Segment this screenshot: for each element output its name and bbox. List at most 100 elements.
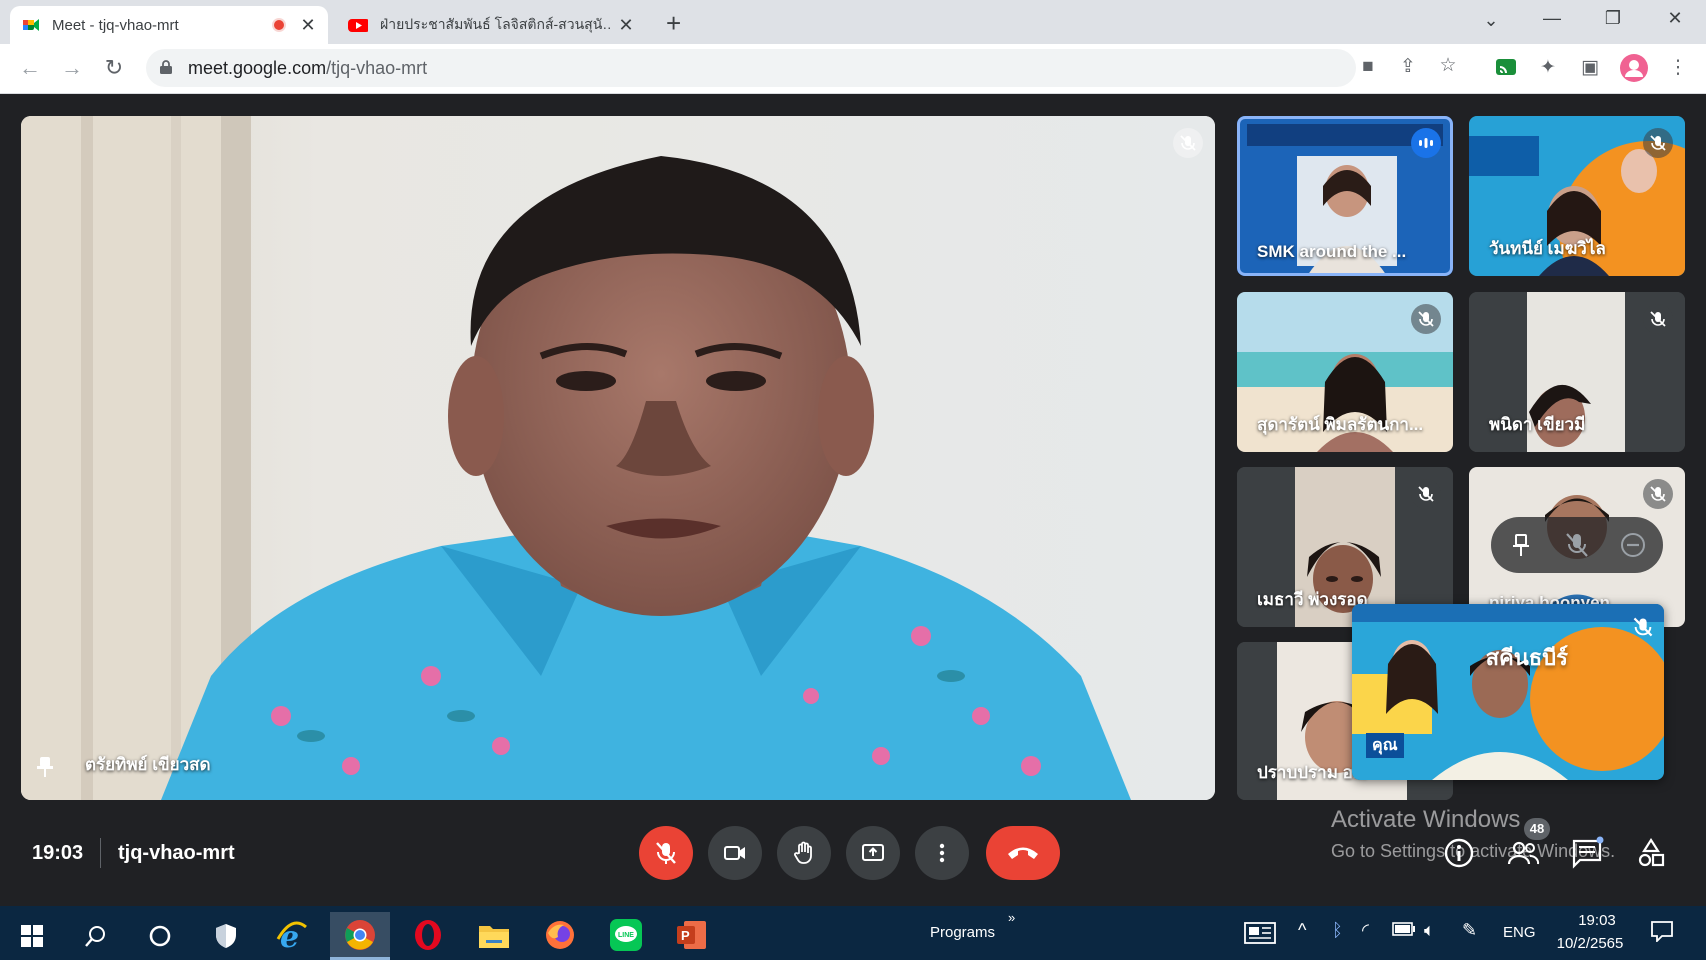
taskbar-app-explorer[interactable] (464, 912, 524, 960)
internet-explorer-icon: e (276, 921, 307, 951)
tab-search-icon[interactable]: ⌄ (1476, 10, 1506, 31)
wifi-icon[interactable]: ◜ (1362, 920, 1369, 941)
main-speaker-name: ตรัยทิพย์ เขียวสด (85, 755, 211, 774)
taskbar-app-line[interactable]: LINE (596, 912, 656, 960)
news-widget-icon[interactable] (1244, 922, 1276, 948)
minimize-button[interactable]: — (1537, 8, 1567, 29)
battery-icon[interactable] (1392, 922, 1416, 940)
present-screen-button[interactable] (846, 826, 900, 880)
search-icon (85, 926, 105, 947)
participant-tile-hovered[interactable]: piriya boonyen (1469, 467, 1685, 627)
remove-participant-button[interactable] (1617, 529, 1649, 561)
search-button[interactable] (66, 912, 126, 960)
taskbar-app-security[interactable] (196, 912, 256, 960)
muted-mic-icon (1173, 128, 1203, 158)
info-icon (1444, 838, 1474, 868)
lock-icon (160, 60, 172, 74)
people-icon (1507, 841, 1540, 865)
cast-extension-icon[interactable] (1494, 56, 1518, 80)
back-button[interactable]: ← (16, 55, 44, 81)
taskbar-app-firefox[interactable] (530, 912, 590, 960)
close-tab-icon[interactable]: ✕ (616, 15, 636, 36)
more-options-button[interactable] (915, 826, 969, 880)
svg-text:P: P (681, 928, 690, 943)
restore-button[interactable]: ❐ (1598, 8, 1628, 29)
main-speaker-tile[interactable]: ตรัยทิพย์ เขียวสด (21, 116, 1215, 800)
activate-windows-title: Activate Windows (1331, 806, 1521, 833)
raise-hand-button[interactable] (777, 826, 831, 880)
people-button[interactable] (1506, 836, 1540, 870)
bluetooth-icon[interactable]: ᛒ (1332, 920, 1343, 941)
divider (100, 838, 101, 868)
programs-toolbar-label[interactable]: Programs (930, 924, 995, 941)
browser-toolbar: ← → ↻ meet.google.com/tjq-vhao-mrt ■ ⇪ ☆… (0, 44, 1706, 94)
camera-toggle-button[interactable] (708, 826, 762, 880)
url-text: meet.google.com/tjq-vhao-mrt (188, 58, 428, 78)
tab-youtube[interactable]: ฝ่ายประชาสัมพันธ์ โลจิสติกส์-สวนสุนั… ✕ (334, 6, 646, 44)
google-meet-icon (23, 19, 39, 31)
taskbar-app-chrome[interactable] (330, 912, 390, 960)
participant-tile[interactable]: พนิดา เขียวมี (1469, 292, 1685, 452)
taskbar-app-powerpoint[interactable]: P (662, 912, 722, 960)
self-view-tile[interactable]: สคีนธบีร์ คุณ (1352, 604, 1664, 780)
system-time[interactable]: 19:03 (1566, 912, 1628, 929)
tab-title: Meet - tjq-vhao-mrt (52, 16, 179, 34)
volume-icon[interactable]: 🔈︎ (1424, 920, 1435, 941)
muted-mic-icon (1632, 616, 1654, 638)
active-speaker-border (1237, 116, 1453, 276)
participant-tile[interactable]: เมธาวี พ่วงรอด (1237, 467, 1453, 627)
leave-call-button[interactable] (986, 826, 1060, 880)
participant-tile[interactable]: สุดารัตน์ พิมลรัตนกา... (1237, 292, 1453, 452)
chrome-icon (345, 920, 375, 950)
camera-permission-icon[interactable]: ■ (1356, 56, 1380, 80)
poster-caption: คุณ (1366, 733, 1404, 758)
participant-count-badge: 48 (1524, 818, 1550, 840)
close-tab-icon[interactable]: ✕ (298, 15, 318, 36)
recording-indicator-icon (272, 18, 286, 32)
meeting-clock: 19:03 (32, 842, 84, 864)
reload-button[interactable]: ↻ (100, 55, 128, 81)
meeting-code: tjq-vhao-mrt (118, 842, 235, 864)
activities-button[interactable] (1634, 836, 1668, 870)
close-window-button[interactable]: ✕ (1660, 8, 1690, 29)
participant-tile[interactable]: วันทนีย์ เมฆวิไล (1469, 116, 1685, 276)
system-date[interactable]: 10/2/2565 (1552, 935, 1628, 952)
cortana-button[interactable] (130, 912, 190, 960)
folder-icon (479, 926, 509, 948)
profile-avatar[interactable] (1620, 54, 1648, 82)
browser-tab-strip: Meet - tjq-vhao-mrt ✕ ฝ่ายประชาสัมพันธ์ … (0, 0, 1706, 44)
chrome-menu-icon[interactable]: ⋮ (1666, 56, 1690, 80)
show-hidden-icons-icon[interactable]: ^ (1298, 920, 1306, 941)
participant-tile[interactable]: SMK around the ... (1237, 116, 1453, 276)
input-language[interactable]: ENG (1503, 924, 1536, 941)
start-button[interactable] (0, 912, 60, 960)
participant-name: สุดารัตน์ พิมลรัตนกา... (1257, 415, 1424, 434)
pen-icon[interactable]: ✎ (1462, 920, 1477, 941)
side-panel-icon[interactable]: ▣ (1578, 56, 1602, 80)
extensions-puzzle-icon[interactable]: ✦ (1536, 56, 1560, 80)
microphone-toggle-button[interactable] (639, 826, 693, 880)
share-icon[interactable]: ⇪ (1396, 55, 1420, 79)
taskbar-app-ie[interactable]: e (262, 912, 322, 960)
toolbar-expand-icon[interactable]: » (1008, 910, 1015, 925)
notification-center-icon[interactable] (1650, 920, 1674, 946)
tab-meet[interactable]: Meet - tjq-vhao-mrt ✕ (10, 6, 328, 44)
shield-icon (216, 924, 236, 948)
youtube-icon (348, 19, 368, 32)
more-vert-icon (939, 843, 945, 863)
bookmark-star-icon[interactable]: ☆ (1436, 54, 1460, 78)
address-bar[interactable]: meet.google.com/tjq-vhao-mrt ■ ⇪ ☆ (146, 49, 1457, 87)
taskbar-app-opera[interactable] (398, 912, 458, 960)
new-tab-button[interactable]: + (666, 8, 681, 39)
muted-mic-icon (1411, 479, 1441, 509)
meeting-details-button[interactable] (1442, 836, 1476, 870)
line-app-icon: LINE (610, 919, 642, 951)
forward-button[interactable]: → (58, 55, 86, 81)
firefox-icon (546, 921, 574, 949)
pin-participant-button[interactable] (1505, 529, 1537, 561)
camera-icon (724, 846, 745, 860)
chat-button[interactable] (1570, 836, 1604, 870)
pin-icon[interactable] (37, 756, 53, 778)
mute-participant-button[interactable] (1561, 529, 1593, 561)
mic-off-icon (656, 842, 676, 864)
